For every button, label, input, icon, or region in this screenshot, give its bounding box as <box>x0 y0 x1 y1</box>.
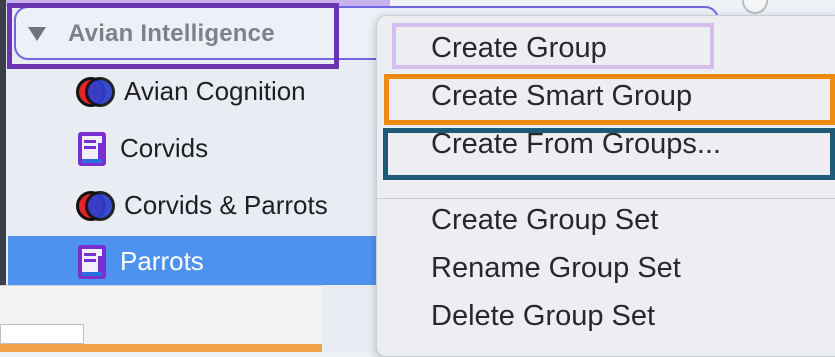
sidebar-item-corvids-parrots[interactable]: Corvids & Parrots <box>76 184 328 226</box>
menu-item-rename-group-set[interactable]: Rename Group Set <box>431 252 681 285</box>
sidebar-item-label: Parrots <box>120 245 204 276</box>
background-text-field[interactable] <box>0 324 84 344</box>
sidebar-item-label: Corvids <box>120 132 209 163</box>
group-set-header[interactable]: Avian Intelligence <box>28 14 275 54</box>
group-icon <box>76 131 106 166</box>
sidebar-item-label: Corvids & Parrots <box>124 189 328 220</box>
smart-group-icon <box>76 74 115 108</box>
group-set-title: Avian Intelligence <box>68 20 275 47</box>
context-menu: Create Group Create Smart Group Create F… <box>376 15 835 357</box>
sidebar-item-label: Avian Cognition <box>124 75 306 106</box>
menu-separator <box>377 198 835 199</box>
group-icon <box>76 244 106 279</box>
smart-group-icon <box>76 188 115 222</box>
background-window <box>0 285 322 353</box>
bottom-annotation-strip <box>0 344 322 352</box>
disclosure-triangle-icon[interactable] <box>28 27 46 41</box>
menu-item-create-smart-group[interactable]: Create Smart Group <box>431 80 692 113</box>
sidebar-item-parrots[interactable]: Parrots <box>76 240 204 282</box>
scroll-knob[interactable] <box>742 0 768 14</box>
menu-item-create-group[interactable]: Create Group <box>431 32 607 65</box>
sidebar-item-corvids[interactable]: Corvids <box>76 127 208 169</box>
window-edge <box>0 0 6 285</box>
sidebar-item-avian-cognition[interactable]: Avian Cognition <box>76 70 306 112</box>
menu-item-create-group-set[interactable]: Create Group Set <box>431 204 658 237</box>
menu-item-create-from-groups[interactable]: Create From Groups... <box>431 128 721 161</box>
menu-item-delete-group-set[interactable]: Delete Group Set <box>431 300 655 333</box>
